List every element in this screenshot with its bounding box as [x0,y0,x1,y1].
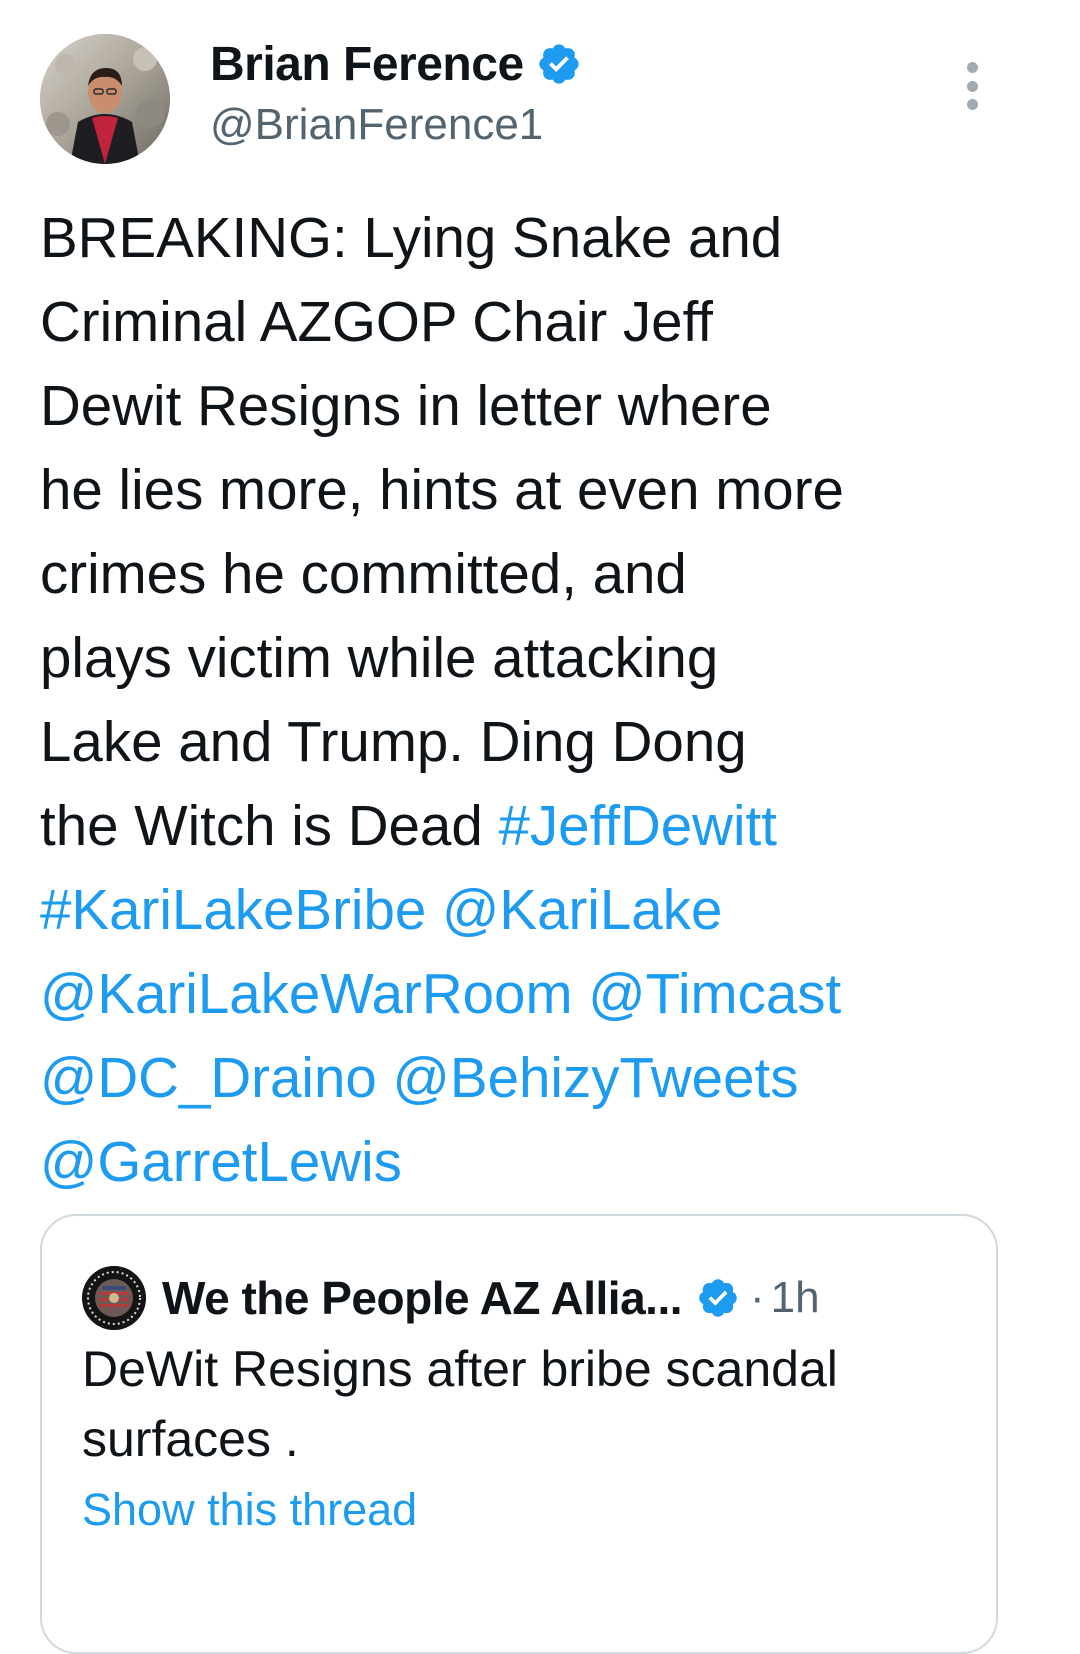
author-handle[interactable]: @BrianFerence1 [210,100,543,150]
tweet-text-line: Criminal AZGOP Chair Jeff [40,280,1050,364]
mention-link[interactable]: @DC_Draino [40,1046,377,1109]
more-dot-icon [966,62,978,73]
author-avatar[interactable] [40,34,170,164]
tweet-text-line: #KariLakeBribe @KariLake [40,868,1050,952]
tweet-text-segment [573,962,589,1025]
seal-logo-icon [82,1266,146,1330]
quoted-tweet-text: DeWit Resigns after bribe scandal surfac… [82,1334,962,1474]
tweet-text-line: @KariLakeWarRoom @Timcast [40,952,1050,1036]
profile-photo-icon [40,34,170,164]
quoted-tweet-time[interactable]: 1h [771,1273,820,1323]
verified-badge-icon [699,1279,737,1317]
verified-badge-icon [538,44,579,84]
tweet-text-line: @GarretLewis [40,1120,1050,1204]
tweet-text-segment: BREAKING: Lying Snake and [40,206,783,269]
tweet-text-segment [426,878,442,941]
tweet-text-line: @DC_Draino @BehizyTweets [40,1036,1050,1120]
more-options-button[interactable] [952,62,992,110]
more-dot-icon [966,80,978,92]
tweet-text-line: crimes he committed, and [40,532,1050,616]
tweet-text-segment [377,1046,393,1109]
tweet-text-segment: crimes he committed, and [40,542,687,605]
more-dot-icon [966,99,978,110]
tweet-text-line: Lake and Trump. Ding Dong [40,700,1050,784]
quoted-author-avatar[interactable] [82,1266,146,1330]
mention-link[interactable]: @KariLakeWarRoom [40,962,573,1025]
author-display-name[interactable]: Brian Ference [210,37,524,92]
tweet-text-segment: Criminal AZGOP Chair Jeff [40,290,713,353]
tweet-text-segment: the Witch is Dead [40,794,499,857]
tweet-text-segment: Dewit Resigns in letter where [40,374,772,437]
show-thread-link[interactable]: Show this thread [82,1484,417,1536]
tweet-text-line: the Witch is Dead #JeffDewitt [40,784,1050,868]
tweet-text-line: he lies more, hints at even more [40,448,1050,532]
tweet-text: BREAKING: Lying Snake and Criminal AZGOP … [40,196,1050,1204]
tweet-text-line: Dewit Resigns in letter where [40,364,1050,448]
mention-link[interactable]: @KariLake [442,878,722,941]
tweet: Brian Ference @BrianFerence1 BREAKING: L… [0,0,1080,1654]
tweet-text-segment: he lies more, hints at even more [40,458,844,521]
quoted-text-line: surfaces . [82,1411,299,1467]
hashtag-link[interactable]: #KariLakeBribe [40,878,426,941]
quoted-author-name[interactable]: We the People AZ Allia... [162,1271,683,1325]
tweet-text-line: BREAKING: Lying Snake and [40,196,1050,280]
quoted-text-line: DeWit Resigns after bribe scandal [82,1341,838,1397]
hashtag-link[interactable]: #JeffDewitt [498,794,776,857]
quoted-tweet-header: We the People AZ Allia... · 1h [162,1266,820,1330]
tweet-text-segment: plays victim while attacking [40,626,719,689]
mention-link[interactable]: @Timcast [588,962,841,1025]
separator-dot: · [750,1273,765,1322]
mention-link[interactable]: @BehizyTweets [393,1046,799,1109]
tweet-text-line: plays victim while attacking [40,616,1050,700]
mention-link[interactable]: @GarretLewis [40,1130,402,1193]
tweet-text-segment: Lake and Trump. Ding Dong [40,710,747,773]
quoted-tweet-card[interactable]: We the People AZ Allia... · 1h DeWit Res… [40,1214,998,1654]
author-name-row[interactable]: Brian Ference [210,36,582,92]
